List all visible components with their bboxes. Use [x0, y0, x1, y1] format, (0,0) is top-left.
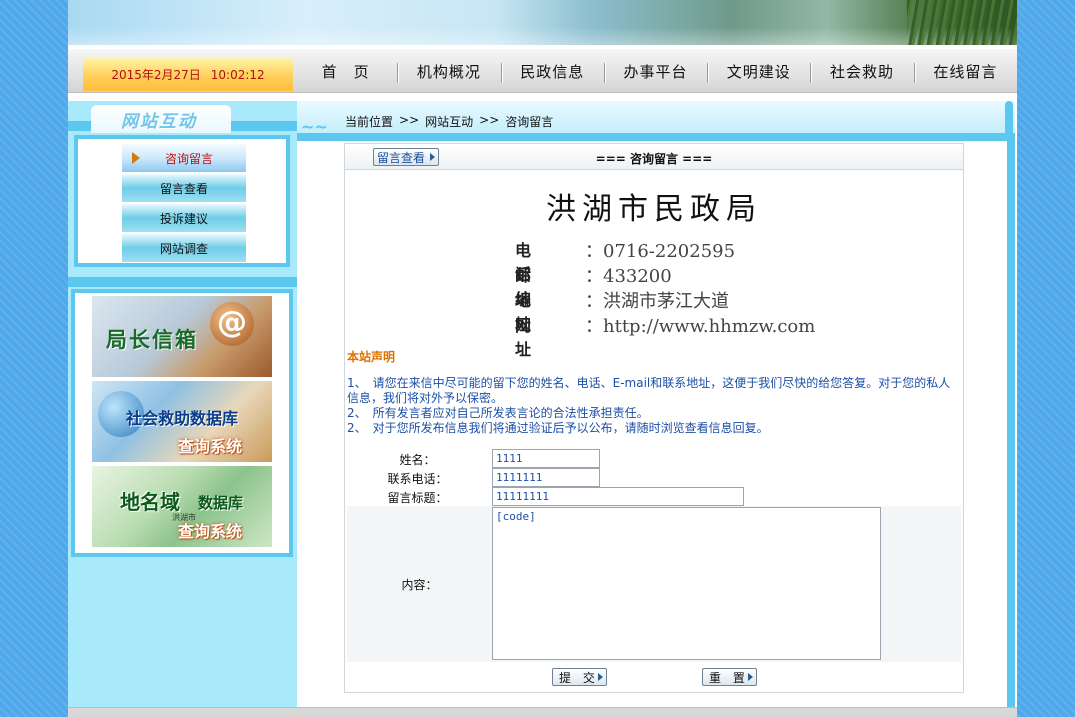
sidebar-menu: 咨询留言 留言查看 投诉建议 网站调查: [74, 135, 290, 267]
subject-label: 留言标题：: [387, 491, 448, 505]
panel-header: === 咨询留言 === 留言查看: [345, 144, 963, 170]
right-frame-cap: [1005, 101, 1013, 141]
contact-website: 网 址 ：http://www.hhmzw.com: [515, 312, 815, 360]
breadcrumb-bar: ~~ 当前位置 >> 网站互动 >> 咨询留言: [297, 101, 1015, 141]
banner-water: [68, 27, 1017, 45]
sidebar-title: 网站互动: [91, 105, 231, 133]
org-name: 洪湖市民政局: [546, 192, 762, 227]
reset-button[interactable]: 重 置: [702, 668, 757, 686]
form-row-subject: 留言标题：: [345, 487, 963, 506]
content-textarea[interactable]: [code]: [492, 507, 881, 660]
breadcrumb-sep: >>: [399, 113, 420, 127]
arrow-right-icon: [132, 152, 140, 164]
breadcrumb-level1[interactable]: 网站互动: [425, 113, 473, 130]
sidebar-item-consult[interactable]: 咨询留言: [122, 144, 246, 172]
play-arrow-icon: [748, 673, 753, 681]
contact-key: 网 址: [515, 316, 568, 359]
sidebar-item-label: 咨询留言: [164, 151, 213, 166]
phone-label: 联系电话：: [387, 472, 448, 486]
main-area: ~~ 当前位置 >> 网站互动 >> 咨询留言 === 咨询留言 === 留言查…: [297, 101, 1017, 707]
name-input[interactable]: [492, 449, 600, 468]
date-display: 2015年2月27日 10:02:12: [83, 58, 293, 91]
breadcrumb-level2: 咨询留言: [505, 115, 554, 129]
main-nav: 首 页 机构概况 民政信息 办事平台 文明建设 社会救助 在线留言: [294, 49, 1017, 93]
at-icon: @: [210, 302, 254, 346]
phone-input[interactable]: [492, 468, 600, 487]
nav-civilization[interactable]: 文明建设: [707, 49, 810, 93]
time-text: 10:02:12: [210, 67, 265, 82]
promo-subtitle: 查询系统: [178, 522, 243, 541]
nav-civil-info[interactable]: 民政信息: [500, 49, 604, 93]
promo-subtitle: 查询系统: [178, 437, 243, 456]
sidebar-item-survey[interactable]: 网站调查: [122, 234, 246, 262]
promo-banners: @ 局长信箱 社会救助数据库 查询系统 地名域 数据库 洪湖市 查询系统: [71, 289, 293, 557]
footer-strip: [68, 707, 1017, 717]
subject-input[interactable]: [492, 487, 744, 506]
form-row-phone: 联系电话：: [345, 468, 963, 487]
nav-bar: 2015年2月27日 10:02:12 首 页 机构概况 民政信息 办事平台 文…: [68, 49, 1017, 93]
notice-text: 1、 请您在来信中尽可能的留下您的姓名、电话、E-mail和联系地址，这便于我们…: [347, 376, 961, 436]
right-frame: [1007, 141, 1015, 707]
content-label: 内容：: [401, 578, 438, 592]
submit-label: 提 交: [559, 670, 599, 685]
banner-reeds: [907, 0, 1017, 45]
play-arrow-icon: [598, 673, 603, 681]
notice-line: 1、 请您在来信中尽可能的留下您的姓名、电话、E-mail和联系地址，这便于我们…: [347, 376, 951, 405]
sidebar-item-label: 网站调查: [159, 241, 208, 256]
form-row-content: 内容： [code]: [347, 506, 961, 662]
breadcrumb: 当前位置 >> 网站互动 >> 咨询留言: [345, 113, 553, 130]
sidebar-item-complaints[interactable]: 投诉建议: [122, 204, 246, 232]
nav-home[interactable]: 首 页: [294, 49, 397, 93]
promo-title-b: 数据库: [198, 494, 244, 512]
sidebar-swirl-middle: [68, 271, 297, 287]
sidebar-item-label: 投诉建议: [159, 211, 208, 226]
left-sidebar: 网站互动 咨询留言 留言查看 投诉建议 网站调查 @ 局长信箱: [68, 101, 297, 707]
message-panel: === 咨询留言 === 留言查看 洪湖市民政局 电 话 ：0716-22025…: [344, 143, 964, 693]
place-name-db-banner[interactable]: 地名域 数据库 洪湖市 查询系统: [92, 466, 272, 547]
contact-value[interactable]: ：http://www.hhmzw.com: [585, 312, 815, 360]
notice-line: 2、 所有发言者应对自己所发表言论的合法性承担责任。: [347, 406, 649, 420]
promo-title: 局长信箱: [106, 328, 198, 352]
sidebar-item-view-messages[interactable]: 留言查看: [122, 174, 246, 202]
director-mailbox-banner[interactable]: @ 局长信箱: [92, 296, 272, 377]
notice-line: 2、 对于您所发布信息我们将通过验证后予以公布，请随时浏览查看信息回复。: [347, 421, 769, 435]
promo-title: 地名域: [120, 490, 180, 514]
promo-title: 社会救助数据库: [126, 409, 239, 428]
nav-services[interactable]: 办事平台: [603, 49, 707, 93]
view-messages-label: 留言查看: [377, 150, 426, 165]
breadcrumb-prefix: 当前位置: [345, 115, 394, 129]
page: 2015年2月27日 10:02:12 首 页 机构概况 民政信息 办事平台 文…: [68, 0, 1017, 717]
breadcrumb-sep: >>: [479, 113, 500, 127]
form-row-name: 姓名：: [345, 449, 963, 468]
submit-button[interactable]: 提 交: [552, 668, 607, 686]
header-banner: [68, 0, 1017, 45]
breadcrumb-underline: [297, 133, 1015, 141]
nav-organization[interactable]: 机构概况: [397, 49, 500, 93]
sidebar-item-label: 留言查看: [159, 181, 208, 196]
view-messages-button[interactable]: 留言查看: [373, 148, 439, 166]
reset-label: 重 置: [709, 670, 749, 685]
name-label: 姓名：: [399, 453, 436, 467]
nav-social-aid[interactable]: 社会救助: [810, 49, 913, 93]
social-aid-db-banner[interactable]: 社会救助数据库 查询系统: [92, 381, 272, 462]
date-text: 2015年2月27日: [111, 68, 201, 82]
nav-online-message[interactable]: 在线留言: [913, 49, 1017, 93]
notice-title: 本站声明: [347, 350, 396, 364]
play-arrow-icon: [430, 153, 435, 161]
